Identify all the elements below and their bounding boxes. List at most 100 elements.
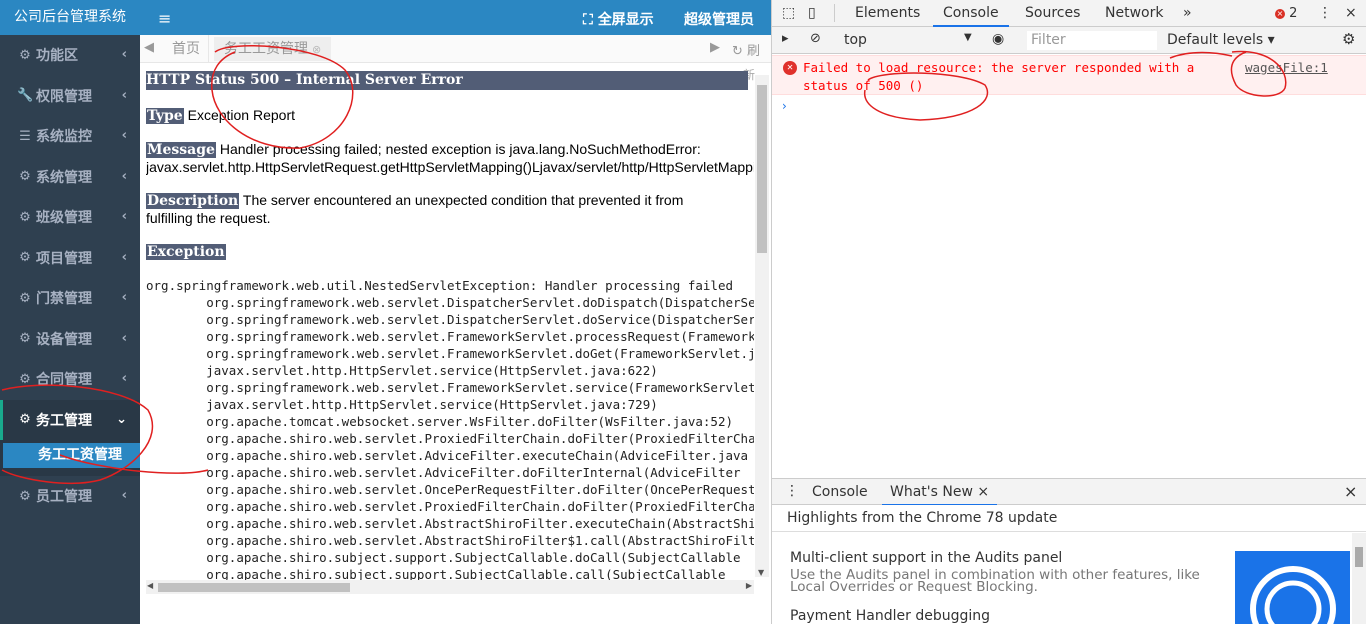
error-description: Description The server encountered an un… [146,192,683,227]
sidebar-item[interactable]: ☰ 系统监控 ‹ [0,116,140,157]
refresh-button[interactable]: ↻ 刷 [732,40,760,59]
scroll-thumb[interactable] [757,85,767,253]
horizontal-scrollbar[interactable]: ◀ ▶ [146,580,754,594]
stack-line: org.apache.shiro.web.servlet.ProxiedFilt… [146,431,754,446]
drawer-menu-icon[interactable]: ⋮ [785,483,799,499]
close-icon[interactable]: × [977,484,989,500]
stack-line: org.apache.shiro.web.servlet.AdviceFilte… [146,448,749,463]
sidebar-item-label: 班级管理 [36,210,92,227]
tab-network[interactable]: Network [1105,5,1163,21]
error-counter[interactable]: × 2 [1275,6,1297,21]
gear-icon: ⚙ [19,371,31,387]
chevron-down-icon: ⌄ [116,411,127,427]
eye-icon[interactable]: ◉ [992,31,1004,47]
sidebar-item[interactable]: ⚙ 项目管理 ‹ [0,238,140,279]
device-toggle-icon[interactable]: ▯ [808,5,816,21]
drawer-tab-console[interactable]: Console [812,484,868,500]
levels-select[interactable]: Default levels ▾ [1167,32,1275,48]
inspect-icon[interactable]: ⬚ [782,5,795,21]
type-value: Exception Report [183,107,296,123]
top-bar: ≡ ⛶ 全屏显示 超级管理员 [140,0,771,35]
sidebar-item[interactable]: 🔧 权限管理 ‹ [0,76,140,117]
scroll-down-icon[interactable]: ▼ [758,568,764,577]
close-icon[interactable]: ⊗ [312,43,321,56]
tab-elements[interactable]: Elements [855,5,920,21]
clear-console-icon[interactable]: ⊘ [810,31,821,46]
more-tabs-icon[interactable]: » [1183,5,1192,21]
stack-line: org.apache.shiro.web.servlet.AdviceFilte… [146,465,741,480]
scroll-right-icon[interactable]: ▶ [746,581,752,590]
error-line-2: status of 500 () [803,78,924,93]
stack-line: org.springframework.web.util.NestedServl… [146,278,733,293]
chevron-left-icon: ‹ [121,488,127,503]
feature-image [1235,551,1350,624]
tab-wages[interactable]: 务工工资管理 ⊗ [214,37,332,61]
scroll-thumb[interactable] [158,583,350,592]
description-value: The server encountered an unexpected con… [239,192,684,208]
submenu-item-wages[interactable]: 务工工资管理 [3,443,140,468]
feature-title[interactable]: Payment Handler debugging [790,608,990,624]
sidebar-menu: ⚙ 功能区 ‹ 🔧 权限管理 ‹ ☰ 系统监控 ‹ ⚙ 系统管理 ‹ ⚙ 班级管理 ‹ ⚙ 项目管理 ‹ ⚙ 门禁管理… [0,35,140,517]
tabs-scroll-right-icon[interactable]: ▶ [710,40,720,55]
menu-toggle-icon[interactable]: ≡ [158,9,171,28]
tab-console[interactable]: Console [933,5,1009,27]
settings-gear-icon[interactable]: ⚙ [1342,30,1355,48]
sidebar-item[interactable]: ⚙ 系统管理 ‹ [0,157,140,198]
sidebar-item[interactable]: ⚙ 班级管理 ‹ [0,197,140,238]
stack-line: org.apache.shiro.web.servlet.AbstractShi… [146,533,754,548]
stack-line: javax.servlet.http.HttpServlet.service(H… [146,397,658,412]
stack-line: org.springframework.web.servlet.Framewor… [146,346,754,361]
tab-sources[interactable]: Sources [1025,5,1080,21]
sidebar-item[interactable]: ⚙ 员工管理 ‹ [0,476,140,517]
whats-new-panel: Highlights from the Chrome 78 update Mul… [772,505,1366,624]
message-value-2: javax.servlet.http.HttpServletRequest.ge… [146,159,754,175]
feature-title[interactable]: Multi-client support in the Audits panel [790,550,1062,566]
vertical-scrollbar[interactable]: ▼ [755,75,769,577]
sidebar-toggle-icon[interactable]: ▸ [782,31,789,46]
sidebar-item-label: 合同管理 [36,372,92,389]
gear-icon: ⚙ [19,290,31,306]
context-select[interactable]: top [844,32,867,48]
stack-line: javax.servlet.http.HttpServlet.service(H… [146,363,658,378]
sidebar-item[interactable]: ⚙ 务工管理 ⌄ [0,399,140,440]
divider [834,4,835,22]
devtools-panel: ⬚ ▯ Elements Console Sources Network » ×… [771,0,1366,624]
close-drawer-icon[interactable]: × [1344,482,1357,501]
user-menu-button[interactable]: 超级管理员 [684,9,754,29]
sidebar-item[interactable]: ⚙ 门禁管理 ‹ [0,278,140,319]
scroll-left-icon[interactable]: ◀ [147,581,153,590]
stack-line: org.apache.shiro.subject.support.Subject… [146,550,741,565]
console-error-message: ✕ Failed to load resource: the server re… [772,55,1366,95]
scroll-thumb[interactable] [1355,547,1363,567]
drawer-tab-whats-new[interactable]: What's New × [882,484,998,506]
gear-icon: ⚙ [19,488,31,504]
stack-line: org.apache.shiro.web.servlet.ProxiedFilt… [146,499,754,514]
error-exception: Exception [146,243,226,261]
error-source-link[interactable]: wagesFile:1 [1245,60,1328,75]
error-type: Type Exception Report [146,107,295,125]
refresh-label: 刷 [747,44,761,59]
gear-icon: ⚙ [19,412,31,428]
close-devtools-icon[interactable]: × [1345,5,1357,21]
error-line-1: Failed to load resource: the server resp… [803,60,1195,75]
fullscreen-button[interactable]: ⛶ 全屏显示 [583,9,654,29]
stack-trace[interactable]: org.springframework.web.util.NestedServl… [146,277,754,583]
chevron-left-icon: ‹ [121,249,127,265]
drawer-scrollbar[interactable] [1352,533,1366,624]
stack-line: org.springframework.web.servlet.Framewor… [146,329,754,344]
tab-home[interactable]: 首页 [164,35,209,63]
app-brand: 公司后台管理系统 [0,0,140,35]
chevron-left-icon: ‹ [121,371,127,386]
console-prompt[interactable]: › [782,99,787,113]
chevron-down-icon: ▼ [964,32,972,43]
filter-input[interactable]: Filter [1027,31,1157,50]
type-label: Type [146,108,184,124]
chevron-left-icon: ‹ [121,128,127,143]
sidebar-item[interactable]: ⚙ 合同管理 ‹ [0,359,140,400]
sidebar-item-label: 员工管理 [36,489,92,506]
kebab-menu-icon[interactable]: ⋮ [1318,5,1332,21]
sidebar-item[interactable]: ⚙ 设备管理 ‹ [0,319,140,360]
tabs-scroll-left-icon[interactable]: ◀ [144,40,160,55]
drawer-tabs: ⋮ Console What's New × × [772,478,1366,506]
sidebar-item[interactable]: ⚙ 功能区 ‹ [0,35,140,76]
